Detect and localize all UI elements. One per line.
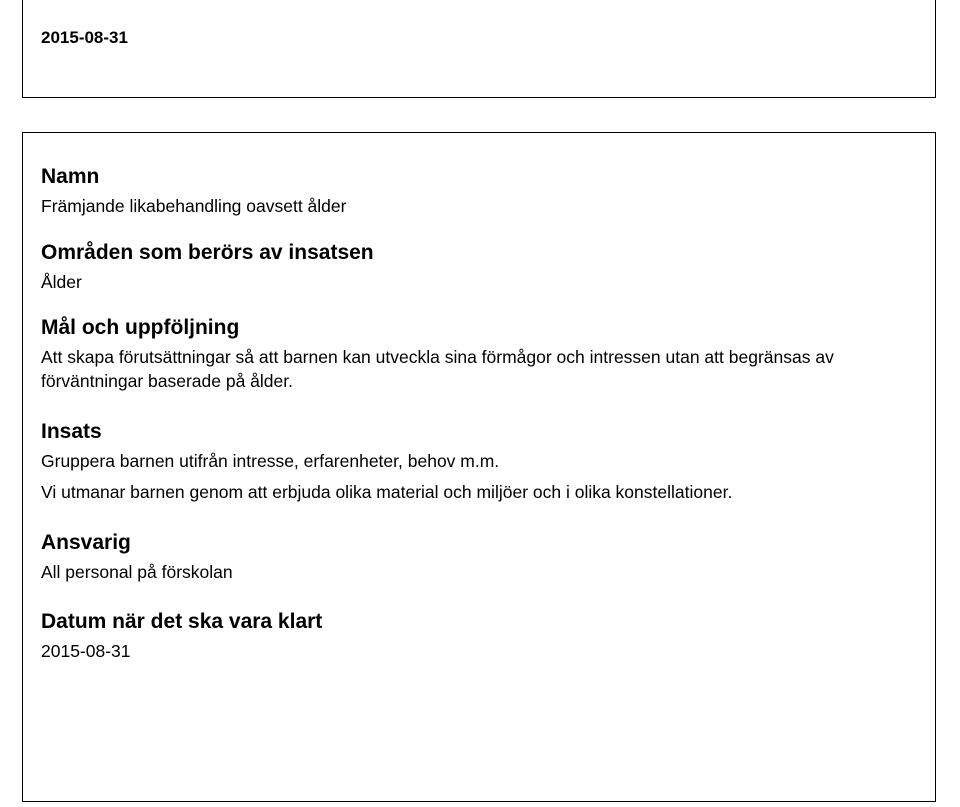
header-date: 2015-08-31 — [41, 28, 917, 48]
section-ansvarig: Ansvarig All personal på förskolan — [41, 531, 917, 585]
heading-insats: Insats — [41, 420, 917, 444]
text-omraden: Ålder — [41, 271, 917, 295]
text-datum-klart: 2015-08-31 — [41, 640, 917, 664]
text-insats-2: Vi utmanar barnen genom att erbjuda olik… — [41, 481, 917, 505]
section-mal: Mål och uppföljning Att skapa förutsättn… — [41, 316, 917, 393]
text-mal: Att skapa förutsättningar så att barnen … — [41, 346, 917, 393]
section-omraden: Områden som berörs av insatsen Ålder — [41, 241, 917, 295]
heading-datum-klart: Datum när det ska vara klart — [41, 610, 917, 634]
text-ansvarig: All personal på förskolan — [41, 561, 917, 585]
text-insats-1: Gruppera barnen utifrån intresse, erfare… — [41, 450, 917, 474]
heading-mal: Mål och uppföljning — [41, 316, 917, 340]
main-box: Namn Främjande likabehandling oavsett ål… — [22, 132, 936, 802]
heading-omraden: Områden som berörs av insatsen — [41, 241, 917, 265]
header-box: 2015-08-31 — [22, 0, 936, 98]
heading-ansvarig: Ansvarig — [41, 531, 917, 555]
section-insats: Insats Gruppera barnen utifrån intresse,… — [41, 420, 917, 505]
section-datum-klart: Datum när det ska vara klart 2015-08-31 — [41, 610, 917, 664]
section-namn: Namn Främjande likabehandling oavsett ål… — [41, 165, 917, 219]
page: 2015-08-31 Namn Främjande likabehandling… — [0, 0, 960, 807]
heading-namn: Namn — [41, 165, 917, 189]
text-namn: Främjande likabehandling oavsett ålder — [41, 195, 917, 219]
